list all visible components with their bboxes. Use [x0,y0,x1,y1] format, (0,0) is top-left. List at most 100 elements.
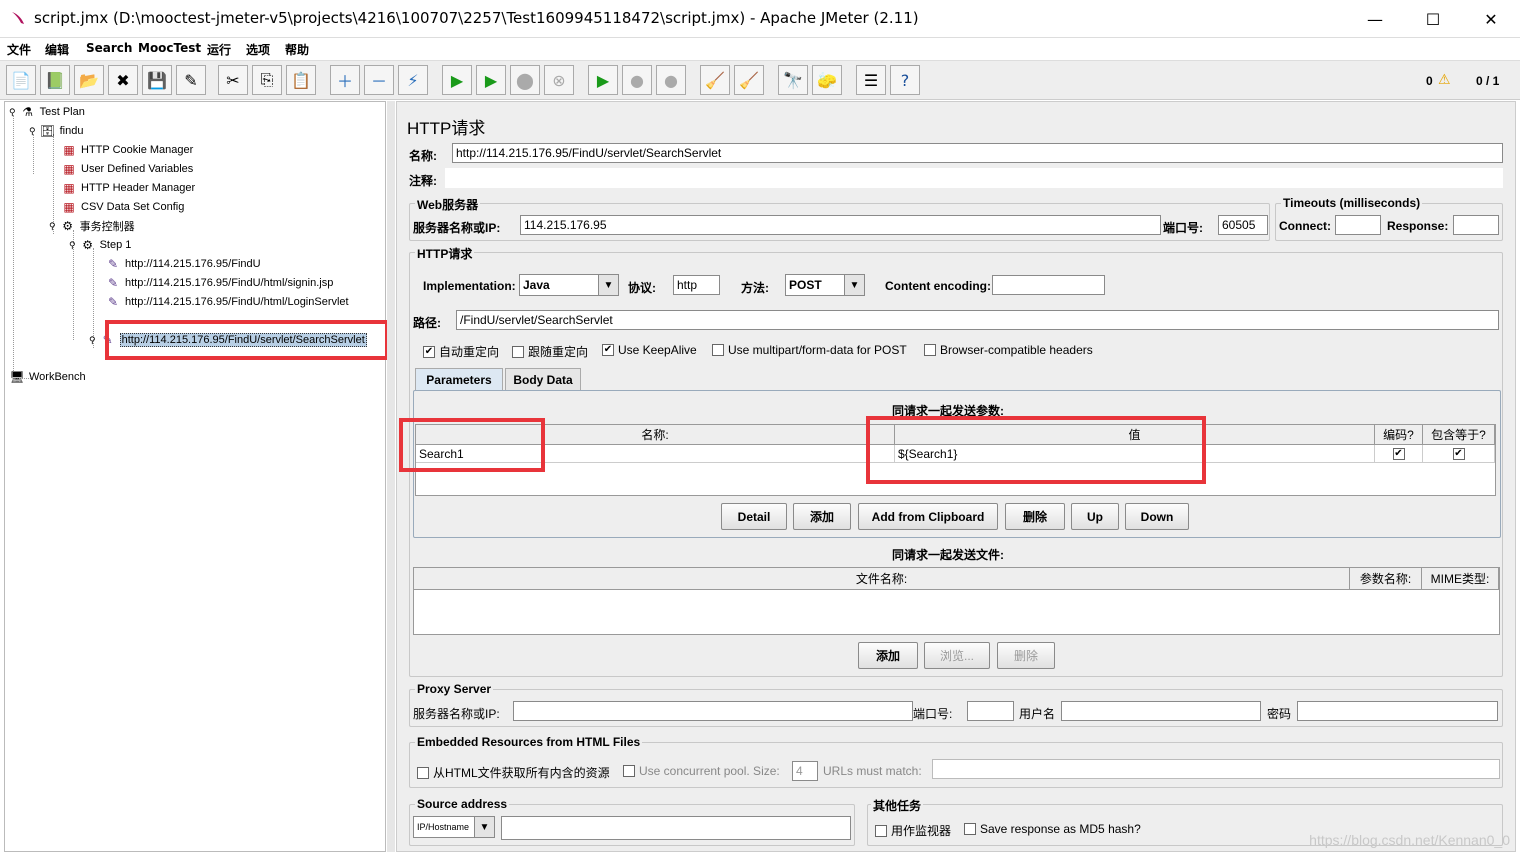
method-select[interactable]: POST ▼ [785,274,865,296]
port-field[interactable]: 60505 [1218,215,1268,235]
tree-node-header-manager[interactable]: ▦ HTTP Header Manager [61,180,195,196]
protocol-field[interactable]: http [673,275,720,295]
tree-node-sampler-signin[interactable]: ✎ http://114.215.176.95/FindU/html/signin… [105,275,333,291]
binoculars-icon[interactable]: 🔭 [778,65,808,95]
menu-file[interactable]: 文件 [7,41,31,58]
cut-icon[interactable]: ✂ [218,65,248,95]
auto-redirect-checkbox[interactable]: ✔ 自动重定向 [423,343,499,360]
col-include-equals-header[interactable]: 包含等于? [1423,425,1495,445]
tab-body-data[interactable]: Body Data [505,368,581,390]
tree-node-transaction-controller[interactable]: ⚲ ⚙ 事务控制器 [49,218,135,234]
multipart-checkbox[interactable]: Use multipart/form-data for POST [712,343,907,357]
comment-field[interactable] [445,168,1503,188]
tree-node-workbench[interactable]: 🖥 WorkBench [9,369,85,385]
remote-start-icon[interactable]: ▶ [588,65,618,95]
proxy-user-field[interactable] [1061,701,1261,721]
md5-checkbox[interactable]: Save response as MD5 hash? [964,822,1141,836]
tree-node-findu[interactable]: ⚲ 🗄 findu [29,123,83,139]
clear-icon[interactable]: 🧹 [700,65,730,95]
concurrent-pool-checkbox[interactable]: Use concurrent pool. Size: [623,764,780,778]
templates-icon[interactable]: 📗 [40,65,70,95]
param-encode-cell[interactable]: ✔ [1375,445,1423,463]
expand-icon[interactable]: ＋ [330,65,360,95]
help-icon[interactable]: ? [890,65,920,95]
pool-size-field[interactable]: 4 [792,761,818,781]
controller-icon: ⚙ [82,238,93,252]
menu-run[interactable]: 运行 [207,41,231,58]
source-type-select[interactable]: IP/Hostname ▼ [413,816,495,838]
paste-icon[interactable]: 📋 [286,65,316,95]
menu-help[interactable]: 帮助 [285,41,309,58]
proxy-port-field[interactable] [967,701,1014,721]
col-filename-header[interactable]: 文件名称: [414,568,1350,590]
save-as-icon[interactable]: ✎ [176,65,206,95]
monitor-checkbox[interactable]: 用作监视器 [875,822,951,839]
reset-search-icon[interactable]: 🧽 [812,65,842,95]
response-field[interactable] [1453,215,1499,235]
tab-parameters[interactable]: Parameters [415,368,503,390]
menu-edit[interactable]: 编辑 [45,41,69,58]
tree-node-step-1[interactable]: ⚲ ⚙ Step 1 [69,237,131,253]
files-table[interactable]: 文件名称: 参数名称: MIME类型: [413,567,1500,635]
delete-file-button[interactable]: 删除 [997,642,1055,669]
tree-node-csv-config[interactable]: ▦ CSV Data Set Config [61,199,184,215]
shutdown-icon[interactable]: ⊗ [544,65,574,95]
col-encode-header[interactable]: 编码? [1375,425,1423,445]
urls-match-field[interactable] [932,759,1500,779]
col-param-name-header[interactable]: 参数名称: [1350,568,1422,590]
fetch-resources-checkbox[interactable]: 从HTML文件获取所有内含的资源 [417,764,610,781]
path-field[interactable]: /FindU/servlet/SearchServlet [456,310,1499,330]
split-divider[interactable] [387,101,395,852]
browse-file-button[interactable]: 浏览... [924,642,990,669]
copy-icon[interactable]: ⎘ [252,65,282,95]
name-field[interactable]: http://114.215.176.95/FindU/servlet/Sear… [452,143,1503,163]
menu-options[interactable]: 选项 [246,41,270,58]
tree-node-sampler-findu[interactable]: ✎ http://114.215.176.95/FindU [105,256,261,272]
menu-mooctest[interactable]: MoocTest [138,41,201,55]
close-button[interactable]: ✕ [1462,0,1520,38]
tree-node-sampler-login[interactable]: ✎ http://114.215.176.95/FindU/html/LoginS… [105,294,349,310]
proxy-server-field[interactable] [513,701,913,721]
param-include-equals-cell[interactable]: ✔ [1423,445,1495,463]
close-file-icon[interactable]: ✖ [108,65,138,95]
down-button[interactable]: Down [1125,503,1189,530]
start-icon[interactable]: ▶ [442,65,472,95]
collapse-icon[interactable]: － [364,65,394,95]
follow-redirect-checkbox[interactable]: 跟随重定向 [512,343,588,360]
col-mime-header[interactable]: MIME类型: [1422,568,1499,590]
tree-node-user-defined-variables[interactable]: ▦ User Defined Variables [61,161,193,177]
window-title: script.jmx (D:\mooctest-jmeter-v5\projec… [34,9,919,27]
remote-shutdown-icon[interactable]: ● [656,65,686,95]
start-no-pause-icon[interactable]: ▶ [476,65,506,95]
detail-button[interactable]: Detail [721,503,787,530]
tree-node-cookie-manager[interactable]: ▦ HTTP Cookie Manager [61,142,193,158]
server-field[interactable]: 114.215.176.95 [520,215,1161,235]
open-icon[interactable]: 📂 [74,65,104,95]
browser-headers-checkbox[interactable]: Browser-compatible headers [924,343,1093,357]
menu-search[interactable]: Search [86,41,132,55]
connect-field[interactable] [1335,215,1381,235]
function-helper-icon[interactable]: ☰ [856,65,886,95]
proxy-password-field[interactable] [1297,701,1498,721]
save-icon[interactable]: 💾 [142,65,172,95]
proxy-port-label: 端口号: [913,707,953,721]
implementation-select[interactable]: Java ▼ [519,274,619,296]
minimize-button[interactable]: — [1346,0,1404,38]
source-address-field[interactable] [501,816,851,840]
remote-stop-icon[interactable]: ● [622,65,652,95]
tree-node-test-plan[interactable]: ⚲ ⚗ Test Plan [9,104,85,120]
add-param-button[interactable]: 添加 [793,503,851,530]
up-button[interactable]: Up [1071,503,1119,530]
connect-label: Connect: [1279,219,1331,233]
stop-icon[interactable]: ⬤ [510,65,540,95]
clear-all-icon[interactable]: 🧹 [734,65,764,95]
encoding-field[interactable] [992,275,1105,295]
keepalive-checkbox[interactable]: ✔ Use KeepAlive [602,343,697,357]
new-icon[interactable]: 📄 [6,65,36,95]
controller-icon: ⚙ [62,219,73,233]
maximize-button[interactable]: ☐ [1404,0,1462,38]
delete-param-button[interactable]: 删除 [1005,503,1065,530]
toggle-icon[interactable]: ⚡ [398,65,428,95]
add-file-button[interactable]: 添加 [858,642,918,669]
add-from-clipboard-button[interactable]: Add from Clipboard [858,503,998,530]
